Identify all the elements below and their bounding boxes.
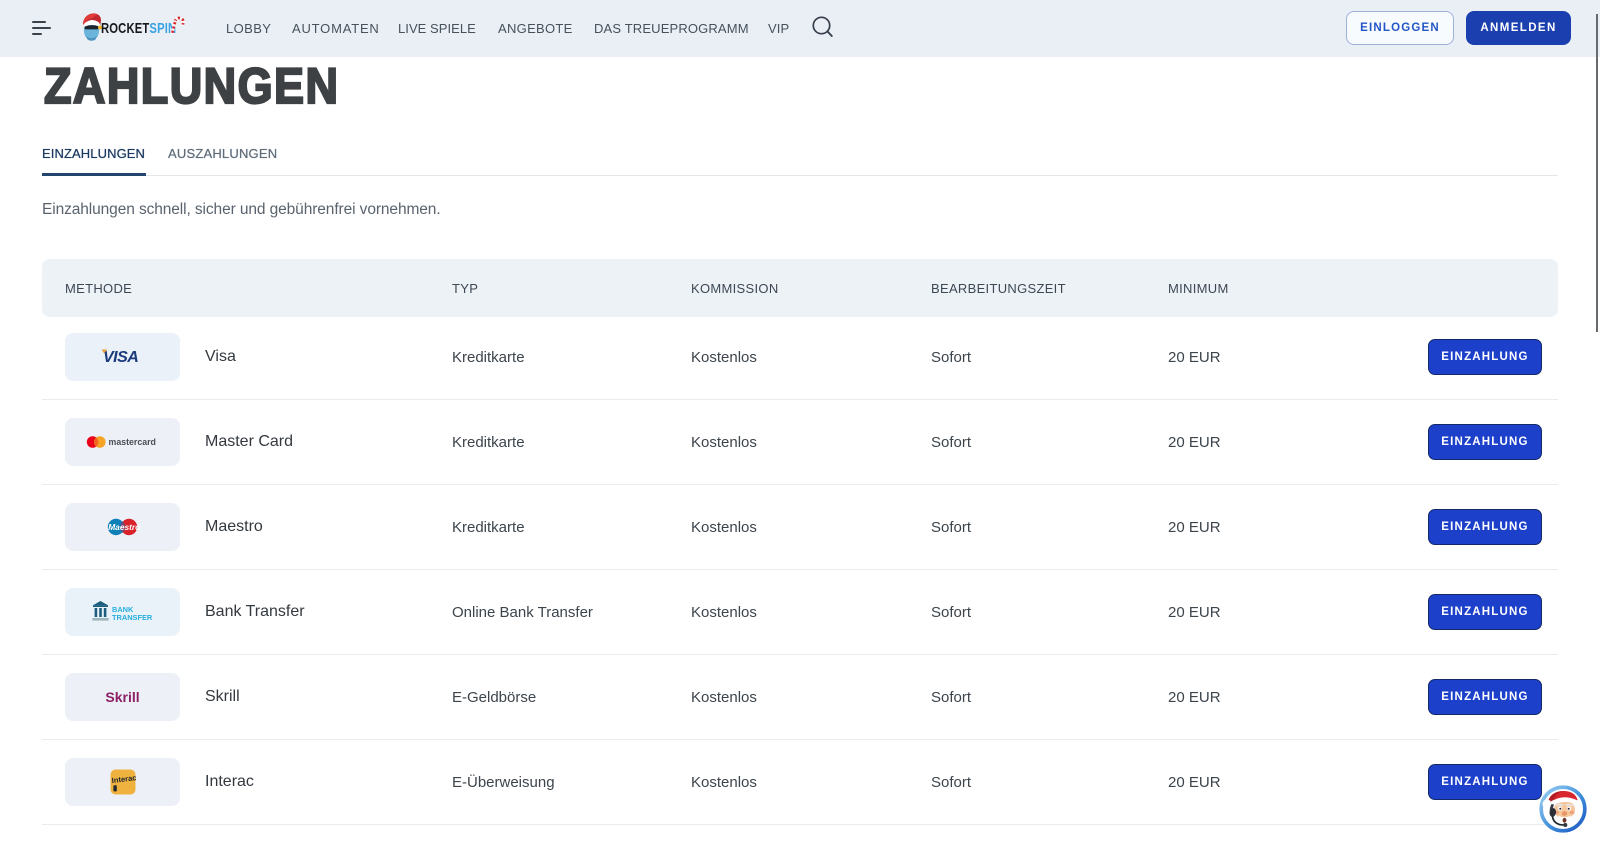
svg-text:mastercard: mastercard: [108, 437, 155, 447]
svg-text:Maestro: Maestro: [108, 522, 140, 532]
svg-text:TRANSFER: TRANSFER: [112, 613, 153, 622]
svg-text:VISA: VISA: [103, 349, 138, 366]
